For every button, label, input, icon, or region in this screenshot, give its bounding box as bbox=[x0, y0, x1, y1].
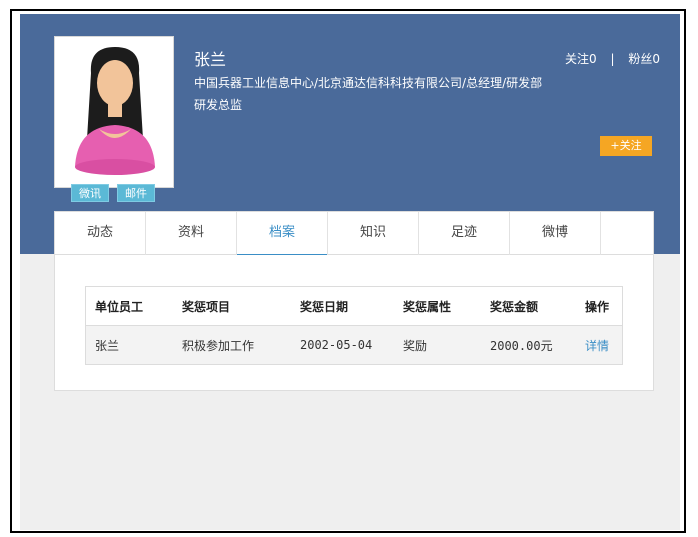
details-link[interactable]: 详情 bbox=[585, 339, 609, 353]
follow-stats: 关注0 | 粉丝0 bbox=[565, 50, 660, 67]
cell-employee: 张兰 bbox=[85, 325, 173, 365]
fans-count-link[interactable]: 粉丝0 bbox=[628, 52, 660, 66]
following-count-link[interactable]: 关注0 bbox=[565, 52, 597, 66]
avatar: 微讯 邮件 bbox=[54, 36, 174, 202]
window-frame: 微讯 邮件 张兰 中国兵器工业信息中心/北京通达信科科技有限公司/总经理/研发部… bbox=[10, 9, 686, 533]
tab-footprint[interactable]: 足迹 bbox=[419, 212, 510, 255]
tab-weibo[interactable]: 微博 bbox=[510, 212, 601, 255]
column-header-item: 奖惩项目 bbox=[173, 286, 291, 326]
column-header-action: 操作 bbox=[576, 286, 623, 326]
tab-info[interactable]: 资料 bbox=[146, 212, 237, 255]
table-header-row: 单位员工 奖惩项目 奖惩日期 奖惩属性 奖惩金额 操作 bbox=[85, 286, 623, 326]
column-header-amount: 奖惩金额 bbox=[481, 286, 576, 326]
archive-panel: 单位员工 奖惩项目 奖惩日期 奖惩属性 奖惩金额 操作 张兰 积极参加工作 20… bbox=[54, 255, 654, 391]
column-header-type: 奖惩属性 bbox=[394, 286, 481, 326]
profile-tabs: 动态 资料 档案 知识 足迹 微博 bbox=[54, 211, 654, 256]
org-line-2: 研发总监 bbox=[194, 98, 243, 112]
cell-item: 积极参加工作 bbox=[173, 325, 291, 365]
table-row: 张兰 积极参加工作 2002-05-04 奖励 2000.00元 详情 bbox=[85, 325, 623, 365]
tab-knowledge[interactable]: 知识 bbox=[328, 212, 419, 255]
mail-button[interactable]: 邮件 bbox=[117, 184, 155, 202]
rewards-table: 单位员工 奖惩项目 奖惩日期 奖惩属性 奖惩金额 操作 张兰 积极参加工作 20… bbox=[85, 286, 623, 365]
profile-page: 微讯 邮件 张兰 中国兵器工业信息中心/北京通达信科科技有限公司/总经理/研发部… bbox=[20, 14, 680, 530]
cell-type: 奖励 bbox=[394, 325, 481, 365]
stats-separator: | bbox=[610, 52, 615, 66]
user-avatar-icon bbox=[75, 47, 155, 175]
cell-amount: 2000.00元 bbox=[481, 325, 576, 365]
org-line-1: 中国兵器工业信息中心/北京通达信科科技有限公司/总经理/研发部 bbox=[194, 76, 543, 90]
wechat-button[interactable]: 微讯 bbox=[71, 184, 109, 202]
column-header-employee: 单位员工 bbox=[85, 286, 173, 326]
profile-name: 张兰 bbox=[194, 50, 227, 69]
cell-date: 2002-05-04 bbox=[291, 325, 394, 365]
follow-button[interactable]: +关注 bbox=[600, 136, 652, 156]
tab-activity[interactable]: 动态 bbox=[55, 212, 146, 255]
tab-archive[interactable]: 档案 bbox=[237, 212, 328, 256]
column-header-date: 奖惩日期 bbox=[291, 286, 394, 326]
profile-organization: 中国兵器工业信息中心/北京通达信科科技有限公司/总经理/研发部 研发总监 bbox=[194, 72, 574, 116]
